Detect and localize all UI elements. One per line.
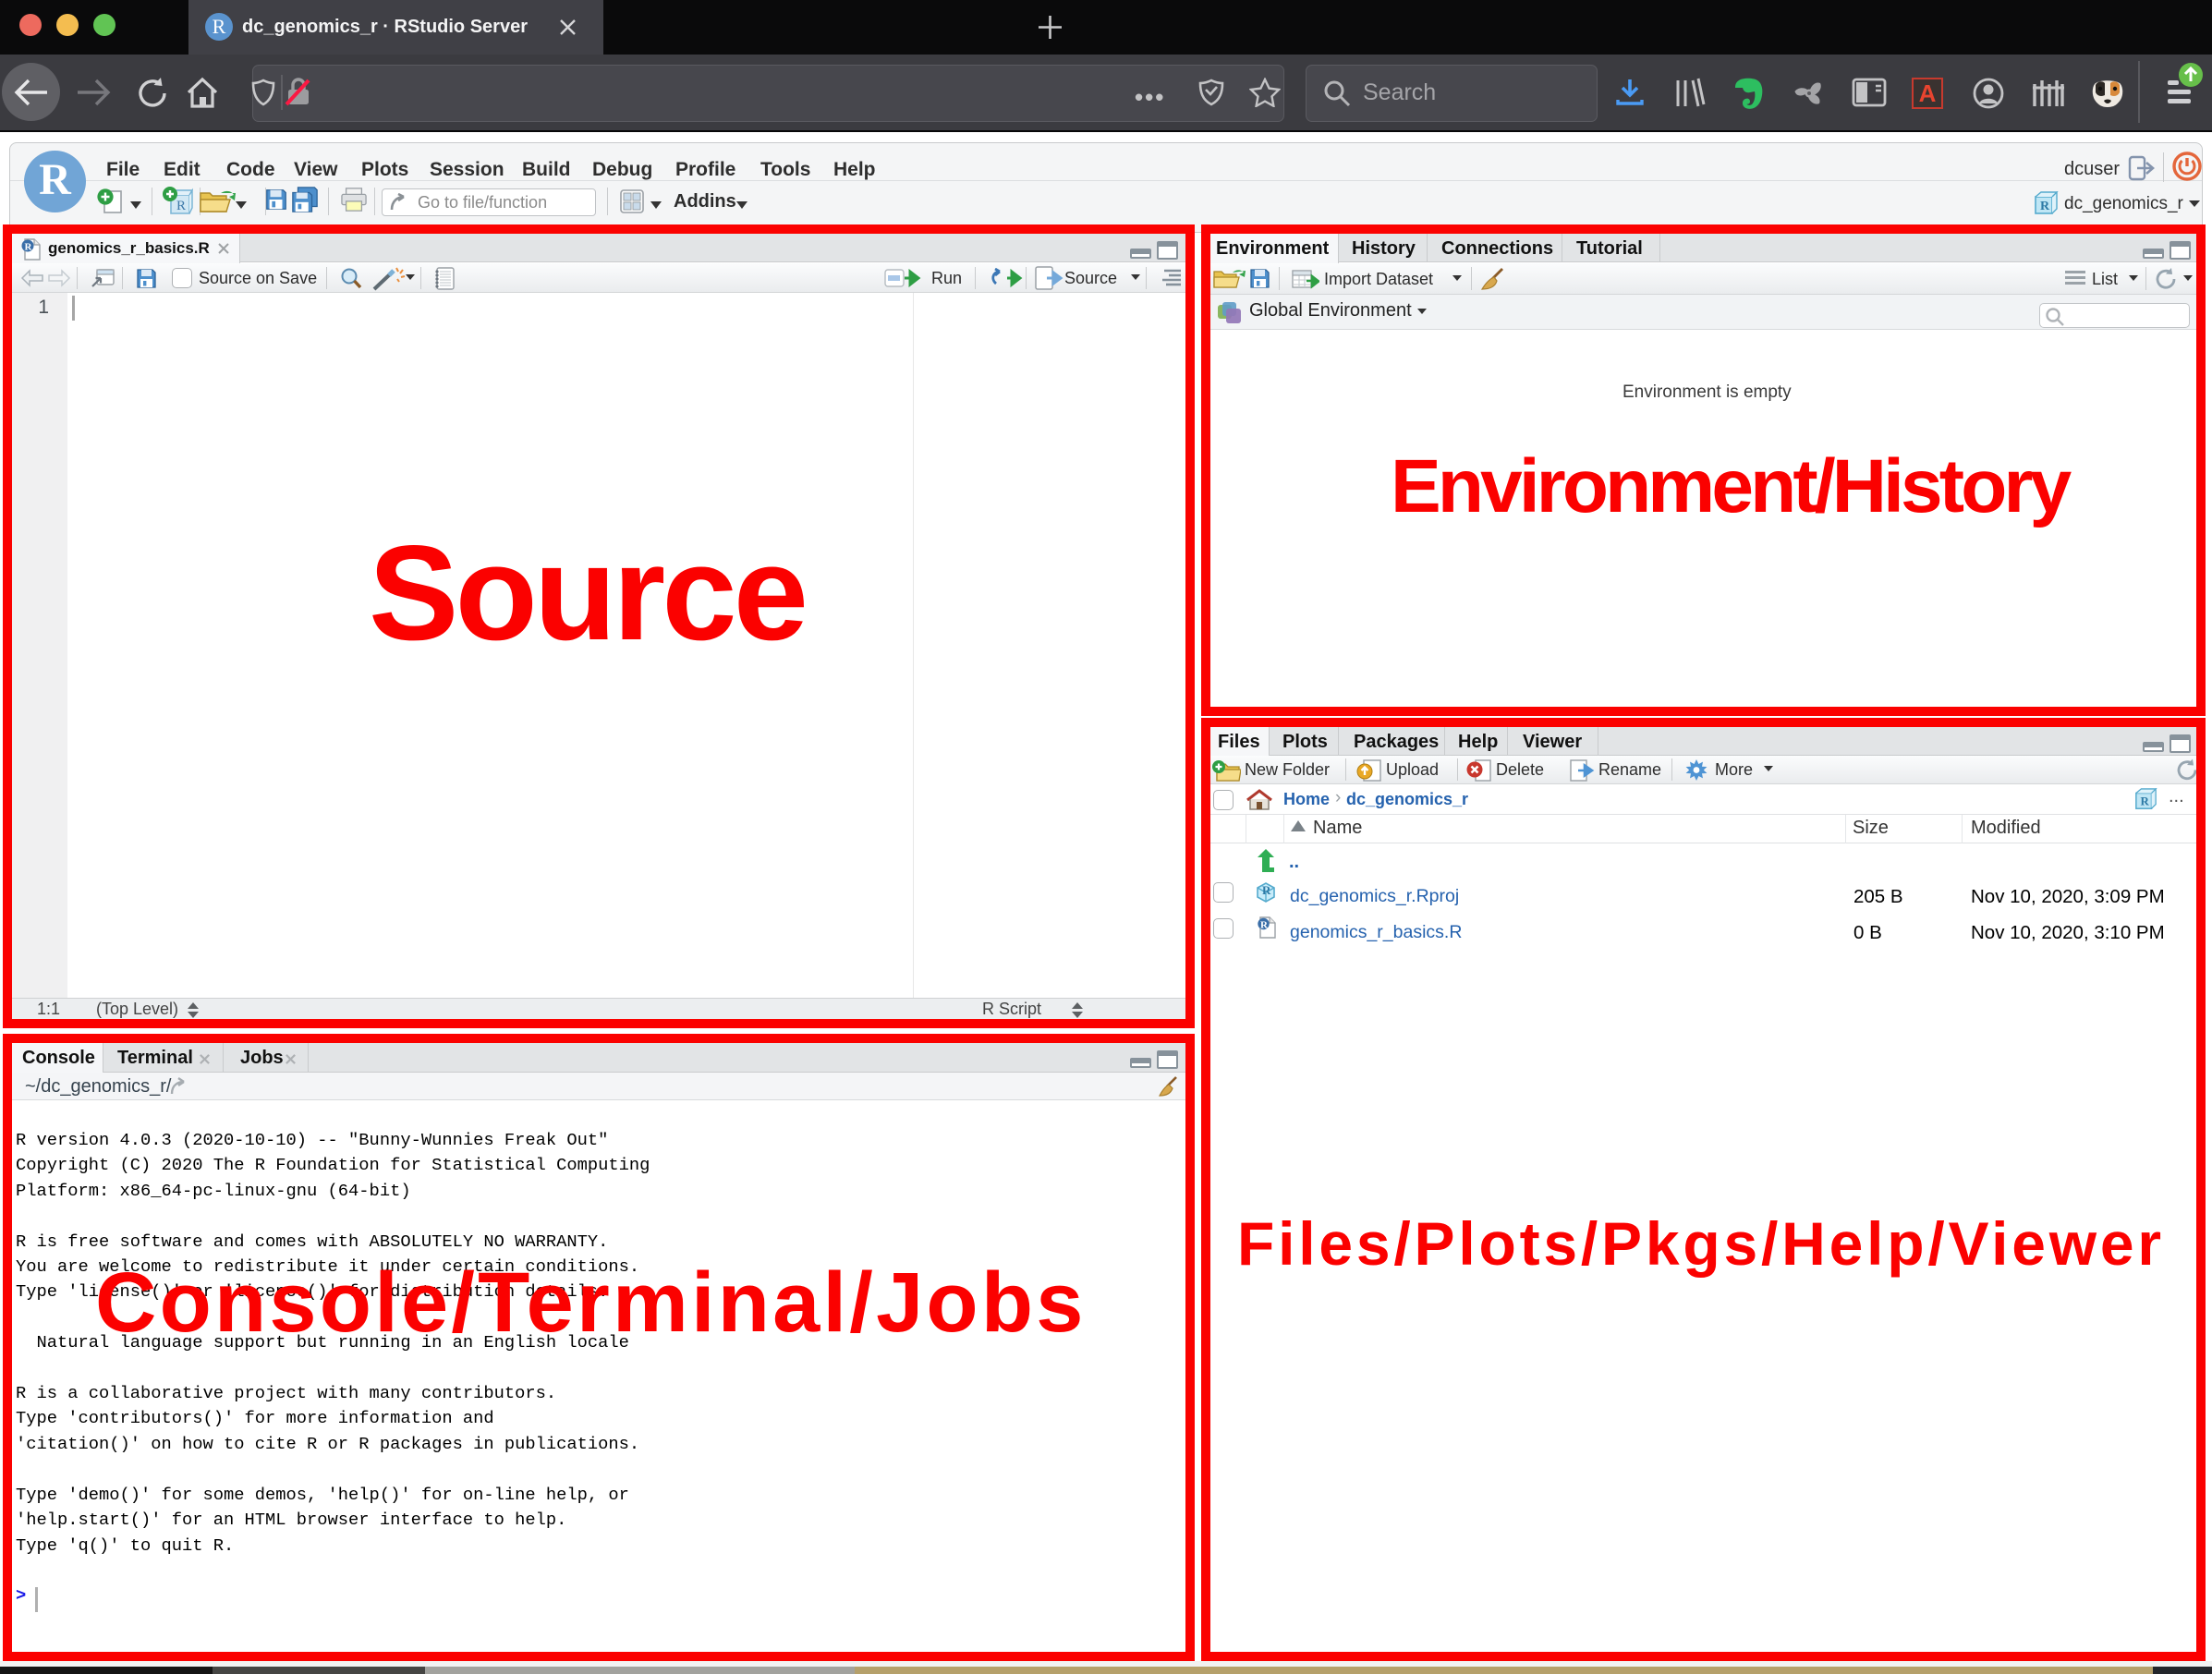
svg-text:R: R (176, 199, 186, 213)
svg-text:R: R (2040, 200, 2050, 213)
